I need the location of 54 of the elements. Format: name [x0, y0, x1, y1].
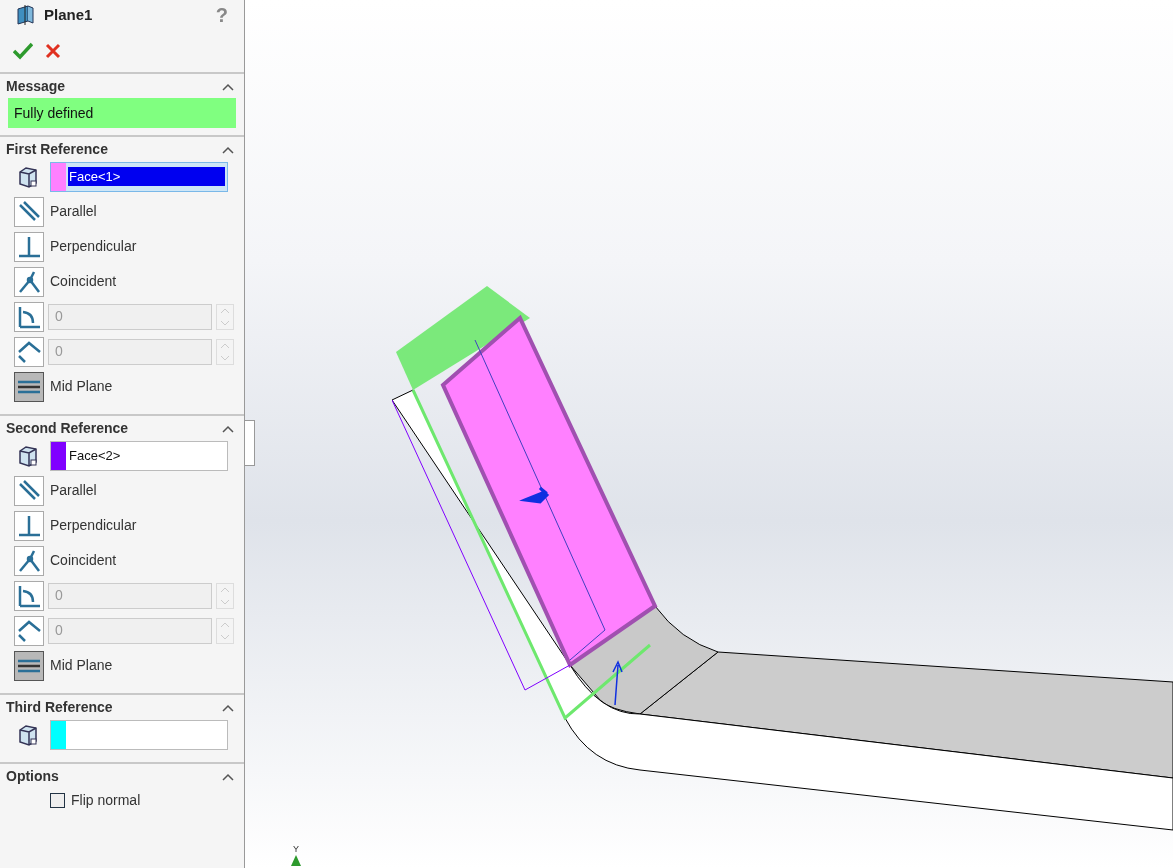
constraint-label: Mid Plane — [50, 656, 113, 675]
checkbox-label: Flip normal — [71, 790, 141, 810]
checkbox[interactable] — [50, 792, 65, 808]
axis-label: Y — [293, 845, 299, 854]
constraint-label: Perpendicular — [50, 516, 137, 535]
chevron-icon — [222, 772, 234, 781]
angle-icon-button[interactable] — [14, 580, 44, 611]
section-title: Message — [6, 77, 66, 96]
selection-value: Face<1> — [68, 166, 225, 187]
help-button[interactable]: ? — [215, 0, 228, 30]
coincident-toggle-button[interactable] — [14, 545, 44, 576]
section-title: Options — [6, 767, 59, 786]
status-message: Fully defined — [8, 98, 236, 128]
parallel-toggle-button[interactable] — [14, 475, 44, 506]
constraint-label: Parallel — [50, 202, 97, 221]
feature-title: Plane1 — [44, 4, 93, 25]
perpendicular-toggle-button[interactable] — [14, 231, 44, 262]
parallel-toggle-button[interactable] — [14, 196, 44, 227]
section-title: Second Reference — [6, 419, 129, 438]
midplane-toggle-button[interactable] — [14, 650, 44, 681]
chevron-icon — [222, 145, 234, 154]
number-value: 0 — [55, 586, 63, 605]
constraint-label: Perpendicular — [50, 237, 137, 256]
constraint-label: Coincident — [50, 551, 117, 570]
perpendicular-toggle-button[interactable] — [14, 510, 44, 541]
plane-icon — [16, 4, 36, 26]
face-select-icon — [16, 164, 40, 189]
constraint-label: Coincident — [50, 272, 117, 291]
constraint-label: Mid Plane — [50, 377, 113, 396]
distance-icon-button[interactable] — [14, 336, 44, 367]
checkmark-icon — [13, 42, 33, 60]
number-value: 0 — [55, 307, 63, 326]
panel-collapse-tab[interactable] — [245, 420, 255, 466]
distance-icon-button[interactable] — [14, 615, 44, 646]
selection-field[interactable]: Face<1> — [50, 161, 228, 192]
section-title: First Reference — [6, 140, 108, 159]
close-icon — [45, 43, 61, 59]
face-select-icon — [16, 722, 40, 747]
chevron-icon — [222, 82, 234, 91]
axis-arrow-icon — [290, 854, 302, 868]
coincident-toggle-button[interactable] — [14, 266, 44, 297]
chevron-icon — [222, 424, 234, 433]
number-value: 0 — [55, 342, 63, 361]
chevron-icon — [222, 703, 234, 712]
face-select-icon — [16, 443, 40, 468]
selection-field[interactable]: Face<2> — [50, 440, 228, 471]
selection-value: Face<2> — [68, 446, 122, 465]
midplane-toggle-button[interactable] — [14, 371, 44, 402]
ok-button[interactable] — [12, 40, 34, 62]
angle-icon-button[interactable] — [14, 301, 44, 332]
selection-field[interactable] — [50, 719, 228, 750]
section-title: Third Reference — [6, 698, 113, 717]
number-value: 0 — [55, 621, 63, 640]
constraint-label: Parallel — [50, 481, 97, 500]
